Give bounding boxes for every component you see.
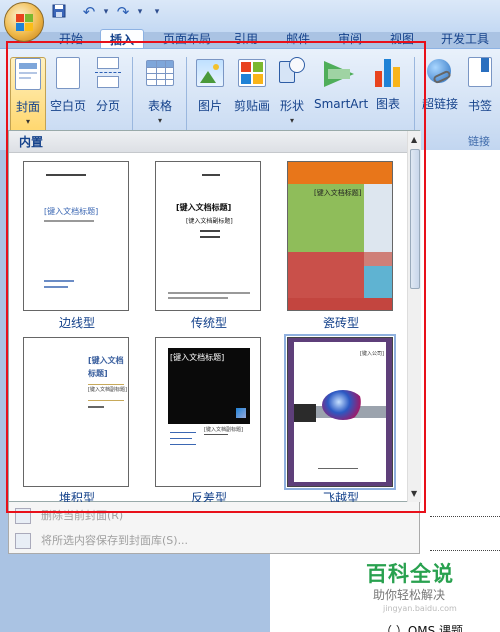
- scroll-down-icon[interactable]: ▼: [411, 489, 417, 498]
- group-divider: [132, 57, 133, 139]
- hyperlink-button[interactable]: 超链接: [420, 57, 460, 135]
- chart-icon: [373, 57, 403, 87]
- document-text: （ ）OMS 课题: [380, 624, 464, 632]
- picture-icon: [196, 59, 224, 87]
- save-selection-to-cover-gallery-item[interactable]: 将所选内容保存到封面库(S)...: [9, 529, 421, 553]
- thumb-top-label: [键入公司]: [360, 351, 384, 357]
- thumb-title: [键入文档标题]: [44, 207, 99, 216]
- remove-current-cover-item[interactable]: 删除当前封面(R): [9, 504, 421, 528]
- tab-page-layout[interactable]: 页面布局: [156, 29, 218, 49]
- thumb-subtitle: [键入文档副标题]: [186, 218, 233, 225]
- bookmark-button[interactable]: 书签: [464, 57, 496, 135]
- quick-access-toolbar: ↶ ▾ ↷ ▾ ▾: [50, 4, 162, 20]
- tab-insert[interactable]: 插入: [100, 29, 144, 49]
- table-button[interactable]: 表格 ▾: [142, 57, 178, 135]
- cover-page-label: 封面: [15, 100, 40, 114]
- page-break-label: 分页: [95, 99, 120, 113]
- smartart-icon: [324, 61, 356, 87]
- clip-art-label: 剪贴画: [233, 99, 270, 113]
- title-bar: ↶ ▾ ↷ ▾ ▾: [0, 0, 500, 32]
- scroll-up-icon[interactable]: ▲: [411, 135, 417, 144]
- table-label: 表格: [147, 99, 172, 113]
- blank-page-icon: [56, 57, 80, 89]
- group-divider: [414, 57, 415, 139]
- undo-dropdown-icon[interactable]: ▾: [102, 4, 110, 20]
- thumb-subtitle: [键入文档副标题]: [204, 427, 243, 433]
- cover-thumbnail-traditional[interactable]: [键入文档标题] [键入文档副标题]: [155, 161, 261, 311]
- cover-thumbnail-flyover[interactable]: [键入公司]: [284, 334, 396, 490]
- tab-review[interactable]: 审阅: [332, 29, 368, 49]
- cover-thumbnail-sideline[interactable]: [键入文档标题]: [23, 161, 129, 311]
- chevron-down-icon: ▾: [157, 116, 162, 125]
- table-icon: [146, 60, 174, 86]
- blank-page-label: 空白页: [50, 99, 87, 113]
- gallery-scrollbar[interactable]: ▲ ▼: [407, 131, 421, 503]
- cover-thumbnail-tiles[interactable]: [键入文档标题]: [287, 161, 393, 311]
- office-logo-icon: [16, 14, 34, 32]
- bookmark-icon: [468, 57, 492, 87]
- watermark-url: jingyan.baidu.com: [383, 604, 457, 613]
- dotted-line: [430, 550, 500, 551]
- cover-label-sideline[interactable]: 边线型: [17, 314, 137, 331]
- tab-view[interactable]: 视图: [384, 29, 420, 49]
- chart-button[interactable]: 图表: [372, 57, 404, 135]
- hyperlink-label: 超链接: [421, 97, 458, 111]
- links-group-label: 链接: [468, 135, 490, 148]
- blank-page-button[interactable]: 空白页: [50, 57, 86, 135]
- group-divider: [186, 57, 187, 139]
- gallery-section-header: 内置: [9, 131, 407, 153]
- save-to-gallery-label: 将所选内容保存到封面库(S)...: [41, 534, 189, 547]
- bookmark-label: 书签: [467, 99, 492, 113]
- cover-thumbnail-stacks[interactable]: [键入文档标题] [键入文档副标题]: [23, 337, 129, 487]
- picture-label: 图片: [197, 99, 222, 113]
- cover-page-icon: [15, 58, 41, 90]
- tab-developer[interactable]: 开发工具: [435, 29, 495, 49]
- cover-page-gallery: 内置 [键入文档标题] 边线型 [键入文档标题] [键入文档副标题] 传统型 […: [8, 130, 421, 505]
- thumb-title: [键入文档标题]: [88, 356, 124, 378]
- watermark-subtitle: 助你轻松解决: [373, 588, 446, 602]
- smartart-button[interactable]: SmartArt: [314, 57, 369, 135]
- page-break-icon: [95, 57, 121, 89]
- hyperlink-icon: [425, 57, 455, 87]
- office-button[interactable]: [4, 2, 44, 42]
- cover-thumbnail-contrast[interactable]: [键入文档标题] [键入文档副标题]: [155, 337, 261, 487]
- tab-home[interactable]: 开始: [50, 29, 92, 49]
- thumb-subtitle: [键入文档副标题]: [88, 387, 127, 393]
- thumb-title: [键入文档标题]: [170, 353, 225, 362]
- page-break-button[interactable]: 分页: [92, 57, 124, 135]
- thumb-title: [键入文档标题]: [314, 189, 362, 197]
- remove-cover-icon: [15, 508, 31, 524]
- thumb-title: [键入文档标题]: [176, 203, 232, 212]
- shapes-label: 形状: [279, 99, 304, 113]
- chevron-down-icon: ▾: [289, 116, 294, 125]
- gallery-menu: 删除当前封面(R) 将所选内容保存到封面库(S)...: [8, 502, 420, 554]
- save-icon[interactable]: [50, 4, 68, 20]
- cover-label-traditional[interactable]: 传统型: [149, 314, 269, 331]
- undo-icon[interactable]: ↶: [80, 4, 98, 20]
- customize-qat-icon[interactable]: ▾: [152, 4, 162, 20]
- clip-art-button[interactable]: 剪贴画: [232, 57, 272, 135]
- redo-icon[interactable]: ↷: [114, 4, 132, 20]
- ribbon-tabs: 开始 插入 页面布局 引用 邮件 审阅 视图 开发工具: [40, 29, 500, 49]
- chevron-down-icon: ▾: [25, 117, 30, 126]
- save-to-gallery-icon: [15, 533, 31, 549]
- shapes-icon: [277, 57, 307, 87]
- cover-page-button[interactable]: 封面 ▾: [10, 57, 46, 135]
- shapes-button[interactable]: 形状 ▾: [276, 57, 308, 135]
- tab-references[interactable]: 引用: [228, 29, 264, 49]
- watermark-title: 百科全说: [366, 562, 454, 586]
- chart-label: 图表: [375, 97, 400, 111]
- clip-art-icon: [238, 59, 266, 87]
- picture-button[interactable]: 图片: [194, 57, 226, 135]
- tab-mailings[interactable]: 邮件: [280, 29, 316, 49]
- remove-cover-label: 删除当前封面(R): [41, 509, 124, 522]
- scrollbar-thumb[interactable]: [410, 149, 420, 289]
- dotted-line: [430, 516, 500, 517]
- redo-dropdown-icon[interactable]: ▾: [136, 4, 144, 20]
- smartart-label: SmartArt: [314, 97, 369, 111]
- cover-label-tiles[interactable]: 瓷砖型: [281, 314, 401, 331]
